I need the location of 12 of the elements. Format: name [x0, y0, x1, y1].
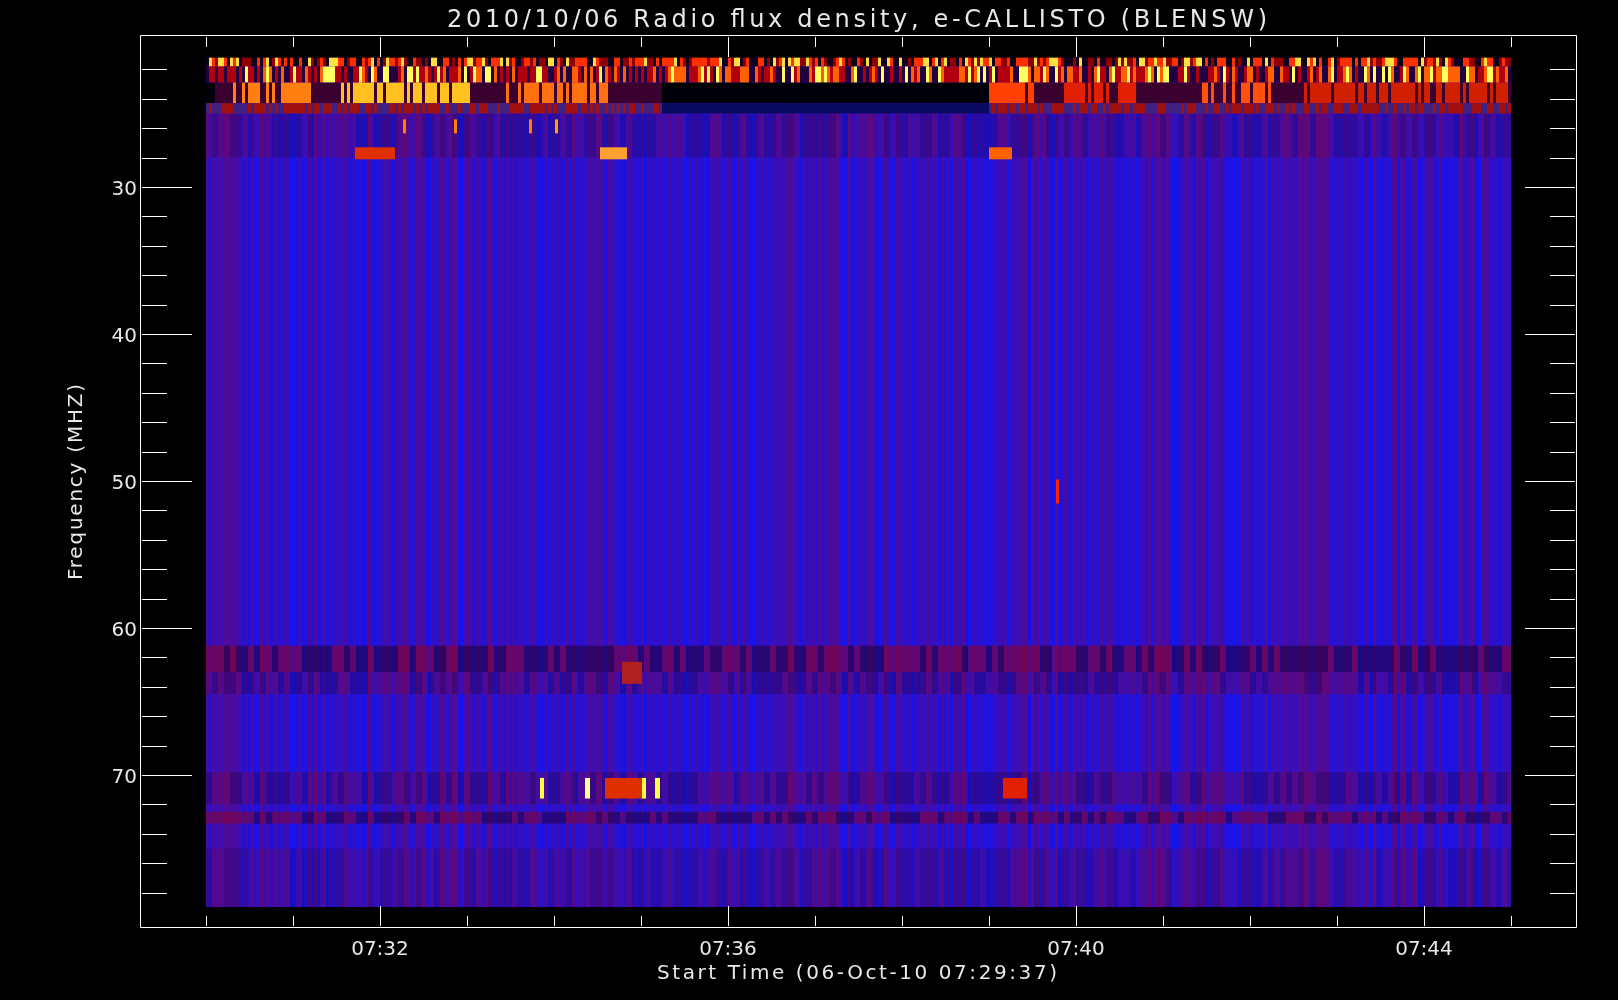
axis-title: Start Time (06-Oct-10 07:29:37) — [657, 960, 1057, 984]
tick-label: 50 — [111, 470, 137, 494]
tick-label: 70 — [111, 764, 137, 788]
tick-label: 07:36 — [699, 936, 757, 960]
tick-label: 07:32 — [351, 936, 409, 960]
tick-label: 07:44 — [1395, 936, 1453, 960]
tick-label: 60 — [111, 617, 137, 641]
tick-label: 07:40 — [1047, 936, 1105, 960]
chart-title: 2010/10/06 Radio flux density, e-CALLISTO (BLENSW) — [447, 5, 1267, 33]
axis-title: Frequency (MHZ) — [63, 384, 87, 580]
tick-label: 40 — [111, 323, 137, 347]
tick-label: 30 — [111, 176, 137, 200]
